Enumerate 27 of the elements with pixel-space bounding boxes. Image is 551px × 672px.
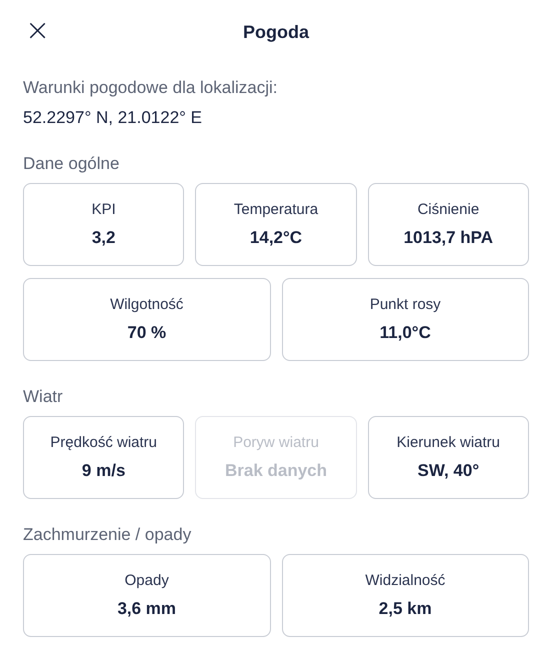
- metric-label: Temperatura: [234, 201, 318, 218]
- metric-value: 3,2: [92, 228, 116, 248]
- metric-label: Poryw wiatru: [233, 434, 319, 451]
- metric-label: Wilgotność: [110, 296, 184, 313]
- section-title: Zachmurzenie / opady: [23, 525, 192, 545]
- metric-label: KPI: [92, 201, 116, 218]
- page-title: Pogoda: [243, 22, 309, 42]
- location-label: Warunki pogodowe dla lokalizacji:: [23, 78, 279, 98]
- section-title: Wiatr: [23, 387, 64, 407]
- metric-value: 3,6 mm: [117, 599, 176, 619]
- metric-value: 2,5 km: [378, 599, 432, 619]
- metric-label: Prędkość wiatru: [50, 434, 158, 451]
- section-title: Dane ogólne: [23, 154, 120, 174]
- metric-label: Opady: [124, 572, 169, 589]
- metric-value: 9 m/s: [82, 461, 126, 481]
- metric-value: SW, 40°: [418, 461, 480, 481]
- metric-value: 11,0°C: [380, 323, 431, 343]
- metric-value: Brak danych: [224, 461, 328, 481]
- metric-label: Ciśnienie: [417, 201, 480, 218]
- metric-value: 70 %: [127, 323, 166, 343]
- location-coordinates: 52.2297° N, 21.0122° E: [23, 108, 204, 128]
- metric-value: 14,2°C: [250, 228, 302, 248]
- close-button[interactable]: ×: [21, 16, 54, 46]
- metric-label: Punkt rosy: [370, 296, 441, 313]
- metric-value: 1013,7 hPA: [404, 228, 494, 248]
- metric-label: Kierunek wiatru: [396, 434, 500, 451]
- metric-label: Widzialność: [365, 572, 446, 589]
